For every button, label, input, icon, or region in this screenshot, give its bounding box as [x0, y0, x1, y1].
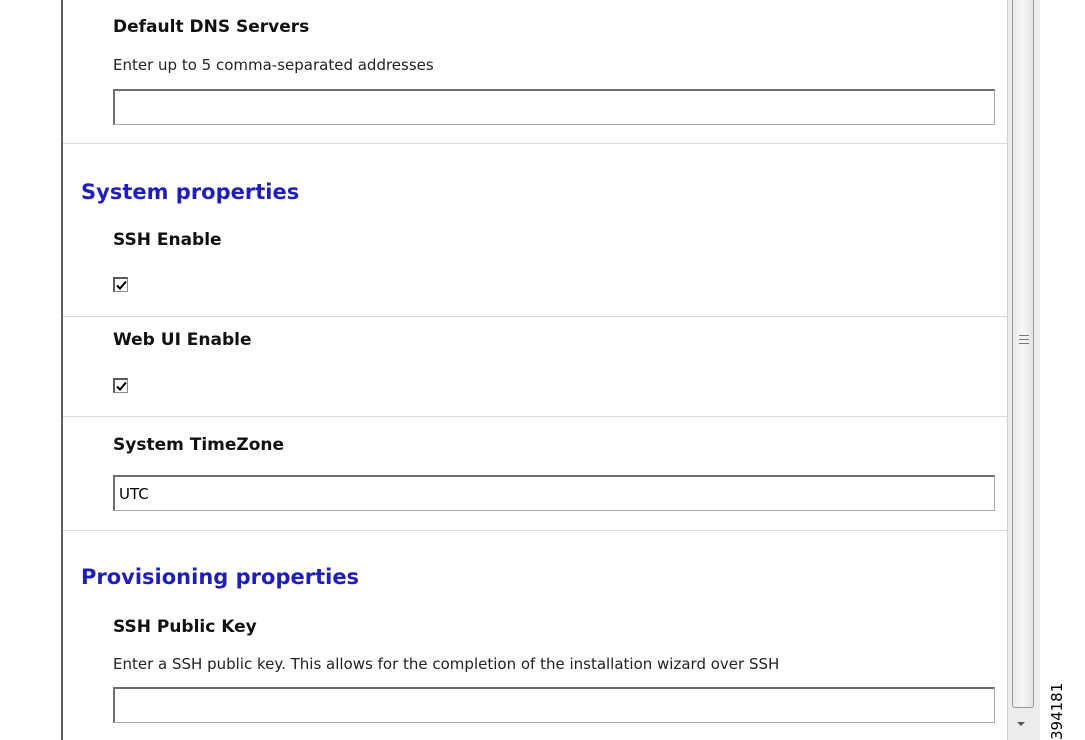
dns-servers-description: Enter up to 5 comma-separated addresses: [113, 56, 434, 74]
ssh-enable-label: SSH Enable: [113, 230, 222, 250]
dns-servers-input[interactable]: [113, 89, 995, 125]
divider: [63, 530, 1007, 531]
right-margin: [1040, 0, 1085, 740]
divider: [63, 143, 1007, 144]
timezone-input[interactable]: [113, 475, 995, 511]
dns-servers-label: Default DNS Servers: [113, 17, 310, 37]
left-gutter: [0, 0, 61, 740]
check-icon: [115, 381, 127, 391]
divider: [63, 416, 1007, 417]
ssh-public-key-input[interactable]: [113, 687, 995, 723]
figure-id: 394181: [1048, 682, 1066, 740]
webui-enable-label: Web UI Enable: [113, 330, 252, 350]
webui-enable-checkbox[interactable]: [113, 378, 128, 393]
arrow-down-icon[interactable]: [1017, 722, 1025, 726]
provisioning-properties-heading: Provisioning properties: [81, 565, 360, 589]
check-icon: [115, 280, 127, 290]
system-properties-heading: System properties: [81, 180, 300, 204]
grip-icon: [1019, 335, 1029, 344]
scrollbar-thumb[interactable]: [1012, 0, 1034, 708]
ssh-public-key-description: Enter a SSH public key. This allows for …: [113, 655, 780, 673]
ssh-enable-checkbox[interactable]: [113, 277, 128, 292]
ssh-public-key-label: SSH Public Key: [113, 617, 257, 637]
properties-panel: Default DNS Servers Enter up to 5 comma-…: [63, 0, 1007, 740]
timezone-label: System TimeZone: [113, 435, 285, 455]
vertical-scrollbar[interactable]: [1007, 0, 1040, 740]
divider: [63, 316, 1007, 317]
